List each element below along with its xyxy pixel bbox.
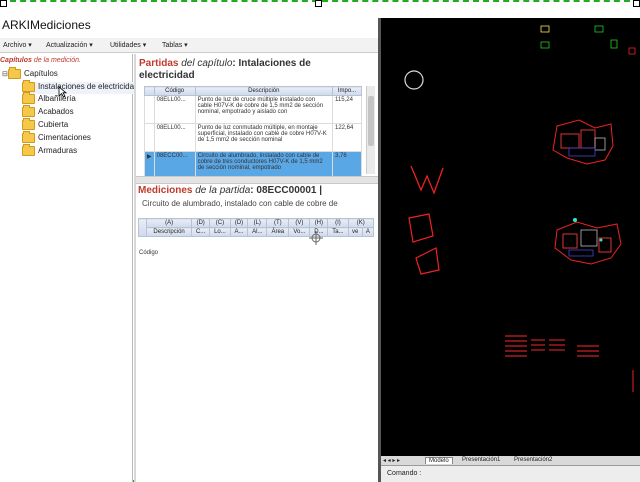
folder-icon	[22, 131, 35, 143]
menu-archivo[interactable]: Archivo ▾	[3, 41, 32, 49]
tree-header: Capítulos de la medición.	[0, 57, 81, 64]
command-line[interactable]: Comando :	[381, 465, 640, 482]
folder-icon	[22, 92, 35, 104]
tree-item-armaduras[interactable]: Armaduras	[22, 144, 77, 158]
col-ta[interactable]: Ta...	[327, 227, 349, 237]
resize-handle[interactable]	[0, 0, 7, 7]
col-k[interactable]: (K)	[347, 218, 375, 228]
col-codigo[interactable]: Código	[153, 86, 196, 96]
col-t[interactable]: (T)	[266, 218, 290, 228]
col-altura[interactable]: Al...	[247, 227, 268, 237]
partidas-scrollbar[interactable]	[366, 86, 375, 174]
tree-item-instalaciones[interactable]: Instalaciones de electricidad	[22, 80, 139, 94]
folder-icon	[22, 144, 35, 156]
col-i[interactable]: (I)	[327, 218, 349, 228]
cell-descripcion: Punto de luz conmutado múltiple, en mont…	[194, 123, 334, 152]
col-cantidad[interactable]: C...	[191, 227, 211, 237]
col-l[interactable]: (L)	[247, 218, 268, 228]
cell-codigo: 08ELL00...	[153, 95, 196, 124]
col-v[interactable]: (V)	[288, 218, 311, 228]
col-longitud[interactable]: Lo...	[209, 227, 231, 237]
col-descripcion[interactable]: Descripción	[145, 227, 193, 237]
col-a2[interactable]: A	[361, 227, 375, 237]
col-a[interactable]: (A)	[145, 218, 193, 228]
folder-icon	[22, 80, 35, 92]
col-importe[interactable]: Impo...	[332, 86, 362, 96]
menu-tablas[interactable]: Tablas ▾	[162, 41, 188, 49]
horizontal-splitter[interactable]	[136, 176, 378, 184]
col-d2[interactable]: (D)	[229, 218, 249, 228]
resize-handle[interactable]	[633, 0, 640, 7]
scroll-thumb[interactable]	[368, 96, 374, 146]
tree-item-cimentaciones[interactable]: Cimentaciones	[22, 131, 91, 145]
chapters-tree: Capítulos de la medición. ⊟ Capítulos Ins…	[0, 54, 139, 482]
col-area[interactable]: Área	[266, 227, 290, 237]
partidas-title: Partidas del capítulo: Intalaciones de	[139, 58, 311, 69]
cell-importe: 122,64	[332, 123, 362, 152]
cad-drawing[interactable]	[381, 18, 640, 456]
col-volumen[interactable]: Vo...	[288, 227, 311, 237]
mouse-cursor-icon	[58, 86, 68, 98]
col-c[interactable]: (C)	[209, 218, 231, 228]
folder-icon	[22, 118, 35, 130]
tab-presentacion1[interactable]: Presentación1	[459, 457, 503, 463]
menu-bar: Archivo ▾ Actualización ▾ Utilidades ▾ T…	[0, 38, 378, 53]
col-d[interactable]: (D)	[191, 218, 211, 228]
tab-modelo[interactable]: Modelo	[425, 457, 453, 464]
col-h[interactable]: (H)	[309, 218, 329, 228]
window-title: ARKIMediciones	[2, 18, 91, 32]
detail-pane: Partidas del capítulo: Intalaciones de e…	[136, 54, 378, 482]
partidas-title-line2: electricidad	[139, 70, 195, 81]
cell-codigo: 08ELL00...	[153, 123, 196, 152]
crosshair-cursor-icon	[309, 231, 323, 245]
cell-importe: 115,24	[332, 95, 362, 124]
partidas-table: Código Descripción Impo... 08ELL00... Pu…	[144, 86, 362, 180]
resize-handle[interactable]	[315, 0, 322, 7]
folder-icon	[22, 105, 35, 117]
mediciones-title: Mediciones de la partida: 08ECC00001 |	[138, 185, 323, 196]
partida-description: Circuito de alumbrado, instalado con cab…	[142, 199, 338, 208]
cad-viewport[interactable]: ◂ ◂ ▸ ▸ Modelo Presentación1 Presentació…	[381, 18, 640, 482]
folder-icon	[8, 67, 21, 79]
tab-presentacion2[interactable]: Presentación2	[511, 457, 555, 463]
menu-utilidades[interactable]: Utilidades ▾	[110, 41, 146, 49]
cell-descripcion: Punto de luz de cruce múltiple instalado…	[194, 95, 334, 124]
tab-nav-arrows[interactable]: ◂ ◂ ▸ ▸	[383, 457, 400, 464]
mediciones-table: (A) (D) (C) (D) (L) (T) (V) (H) (I) (K) …	[138, 218, 375, 237]
col-anchura[interactable]: A...	[229, 227, 249, 237]
table-row[interactable]: 08ELL00... Punto de luz conmutado múltip…	[144, 123, 362, 152]
menu-actualizacion[interactable]: Actualización ▾	[46, 41, 93, 49]
table-row[interactable]: 08ELL00... Punto de luz de cruce múltipl…	[144, 95, 362, 124]
col-ve[interactable]: ve	[347, 227, 363, 237]
mediciones-row-label: Código	[139, 250, 159, 256]
col-descripcion[interactable]: Descripción	[194, 86, 334, 96]
command-label: Comando :	[387, 470, 422, 477]
